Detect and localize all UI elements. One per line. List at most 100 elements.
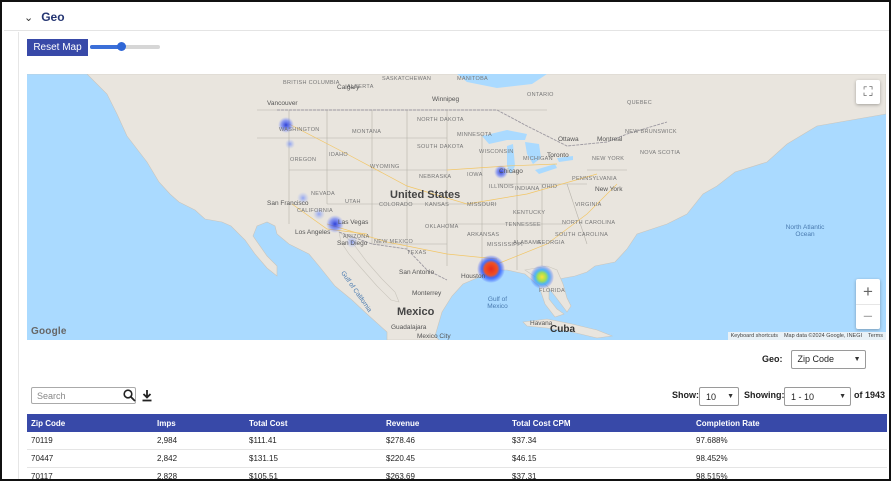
map-label-wisconsin: WISCONSIN [479,149,514,155]
map-label-georgia: GEORGIA [537,240,565,246]
geo-select-value: Zip Code [797,354,835,364]
map-canvas [27,74,886,340]
column-header-total-cost[interactable]: Total Cost [245,419,382,428]
column-header-revenue[interactable]: Revenue [382,419,508,428]
map-label-tennessee: TENNESSEE [505,222,542,228]
table-header: Zip Code Imps Total Cost Revenue Total C… [27,414,887,432]
map-label-california: CALIFORNIA [297,208,334,214]
chevron-down-icon: ▼ [727,393,734,400]
map-label-nebraska: NEBRASKA [419,174,452,180]
zoom-in-button[interactable]: + [856,279,880,304]
page-range-value: 1 - 10 [791,391,815,402]
zoom-out-button[interactable]: − [856,304,880,329]
geo-select[interactable]: Zip Code ▼ [790,349,866,369]
map-data-text: Map data ©2024 Google, INEGI [783,333,863,339]
fullscreen-button[interactable]: ⛶ [856,80,880,104]
map-label-monterrey: Monterrey [412,290,442,297]
zoom-control: + − [856,279,880,329]
map-label-new-york-state: NEW YORK [592,156,625,162]
column-header-zip-code[interactable]: Zip Code [27,419,153,428]
map-label-florida: FLORIDA [539,288,565,294]
chevron-down-icon[interactable]: ⌄ [24,11,33,24]
section-title: Geo [41,10,65,24]
map-label-oklahoma: OKLAHOMA [425,224,459,230]
map-label-north-atlantic: North Atlantic Ocean [785,224,825,238]
page-size-select[interactable]: 10 ▼ [699,387,739,406]
map-label-arkansas: ARKANSAS [467,232,500,238]
fullscreen-icon: ⛶ [863,84,873,99]
terms-link[interactable]: Terms [865,333,886,339]
land-north-america [27,74,886,340]
column-header-completion-rate[interactable]: Completion Rate [692,419,887,428]
map-label-pennsylvania: PENNSYLVANIA [572,176,617,182]
map-label-kentucky: KENTUCKY [513,210,546,216]
page-range-select[interactable]: 1 - 10 ▼ [784,387,851,406]
search-input[interactable]: Search [31,387,136,404]
table-row[interactable]: 70119 2,984 $111.41 $278.46 $37.34 97.68… [27,432,887,450]
map-label-nova-scotia: NOVA SCOTIA [640,150,681,156]
map-label-vancouver: Vancouver [267,100,298,107]
keyboard-shortcuts-link[interactable]: Keyboard shortcuts [728,333,781,339]
cell-total-cost: $105.51 [249,472,278,481]
table-row[interactable]: 70447 2,842 $131.15 $220.45 $46.15 98.45… [27,450,887,468]
map-label-british-columbia: BRITISH COLUMBIA [283,80,340,86]
cell-completion-rate: 98.515% [696,472,728,481]
cell-revenue: $278.46 [386,436,415,445]
map-label-montreal: Montreal [597,136,623,143]
showing-label: Showing: [744,390,785,400]
map-label-houston: Houston [461,273,486,280]
slider-thumb[interactable] [117,42,127,51]
cell-completion-rate: 97.688% [696,436,728,445]
map-label-wyoming: WYOMING [370,164,400,170]
cell-imps: 2,984 [157,436,178,445]
map-label-colorado: COLORADO [379,202,413,208]
map-label-kansas: KANSAS [425,202,450,208]
cell-zip-code: 70117 [31,472,53,481]
map-label-mexico-city: Mexico City [417,333,451,340]
heatmap-map[interactable]: Vancouver Winnipeg BRITISH COLUMBIA ALBE… [27,74,886,340]
cell-revenue: $263.69 [386,472,415,481]
map-label-gulf: Gulf of Mexico [487,296,508,310]
map-label-las-vegas: Las Vegas [338,219,369,226]
data-table: Zip Code Imps Total Cost Revenue Total C… [27,414,887,481]
map-attribution: Keyboard shortcuts Map data ©2024 Google… [727,332,886,340]
map-label-quebec: QUEBEC [627,100,653,106]
map-label-nevada: NEVADA [311,191,336,197]
geo-section-header[interactable]: ⌄ Geo [4,4,889,31]
cell-imps: 2,842 [157,454,178,463]
geo-filter-label: Geo: [762,354,783,364]
search-icon[interactable] [123,389,136,402]
column-header-imps[interactable]: Imps [153,419,245,428]
cell-imps: 2,828 [157,472,178,481]
map-label-south-dakota: SOUTH DAKOTA [417,144,464,150]
column-header-total-cost-cpm[interactable]: Total Cost CPM [508,419,692,428]
map-label-iowa: IOWA [467,172,483,178]
map-label-manitoba: MANITOBA [457,76,489,82]
map-label-oregon: OREGON [290,157,317,163]
cell-zip-code: 70447 [31,454,54,463]
google-logo[interactable]: Google [31,326,67,337]
map-label-south-carolina: SOUTH CAROLINA [555,232,609,238]
show-label: Show: [672,390,699,400]
map-label-north-dakota: NORTH DAKOTA [417,117,464,123]
map-label-mexico: Mexico [397,306,435,318]
map-label-chicago: Chicago [499,168,523,175]
heat-point-tampa [530,265,554,289]
map-label-utah: UTAH [345,199,361,205]
table-row[interactable]: 70117 2,828 $105.51 $263.69 $37.31 98.51… [27,468,887,481]
map-label-calgary: Calgary [337,84,360,91]
map-label-idaho: IDAHO [329,152,348,158]
map-label-north-carolina: NORTH CAROLINA [562,220,616,226]
map-label-ohio: OHIO [542,184,558,190]
map-label-saskatchewan: SASKATCHEWAN [382,76,432,82]
map-label-washington: WASHINGTON [279,127,320,133]
reset-map-button[interactable]: Reset Map [27,39,88,56]
map-label-new-york-city: New York [595,186,623,193]
download-icon[interactable] [141,389,153,402]
map-label-new-brunswick: NEW BRUNSWICK [625,129,677,135]
heatmap-radius-slider[interactable] [90,42,160,51]
chevron-down-icon: ▼ [853,355,861,363]
map-label-san-francisco: San Francisco [267,200,309,207]
map-label-new-mexico: NEW MEXICO [374,239,414,245]
chevron-down-icon: ▼ [839,393,846,400]
